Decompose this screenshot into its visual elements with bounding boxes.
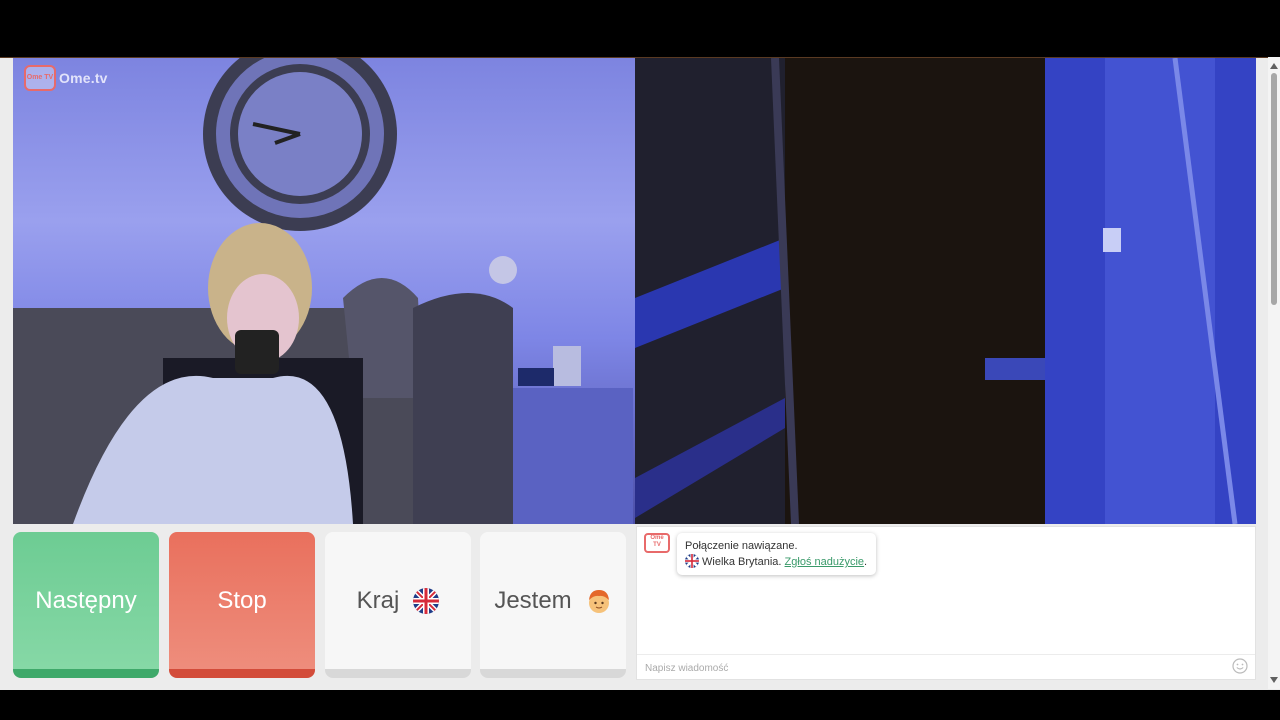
country-button-label: Kraj bbox=[356, 586, 400, 614]
local-video bbox=[13, 58, 635, 524]
page-scrollbar[interactable] bbox=[1268, 57, 1280, 689]
country-button[interactable]: Kraj bbox=[325, 532, 471, 678]
remote-video-scene bbox=[635, 58, 1256, 524]
stop-button-label: Stop bbox=[217, 586, 267, 614]
uk-flag-icon bbox=[685, 554, 699, 568]
next-button-label: Następny bbox=[35, 586, 137, 614]
boy-emoji-icon bbox=[588, 589, 609, 613]
scroll-down-icon[interactable] bbox=[1270, 677, 1278, 683]
brand-logo[interactable]: Ome TV Ome.tv bbox=[24, 65, 108, 91]
smiley-icon[interactable] bbox=[1232, 658, 1248, 674]
local-video-scene bbox=[13, 58, 633, 524]
iam-button-label: Jestem bbox=[494, 586, 572, 614]
scroll-up-icon[interactable] bbox=[1270, 63, 1278, 69]
message-country-line: Wielka Brytania. Zgłoś nadużycie. bbox=[685, 554, 867, 570]
tv-logo-icon: Ome TV bbox=[644, 533, 670, 553]
iam-button[interactable]: Jestem bbox=[480, 532, 626, 678]
scroll-thumb[interactable] bbox=[1271, 73, 1277, 305]
remote-video bbox=[635, 58, 1256, 524]
chat-panel: Ome TV Połączenie nawiązane. Wielka Bryt… bbox=[636, 526, 1256, 680]
tv-logo-icon: Ome TV bbox=[24, 65, 56, 91]
report-abuse-link[interactable]: Zgłoś nadużycie bbox=[785, 556, 865, 568]
brand-name: Ome.tv bbox=[59, 70, 108, 86]
stop-button[interactable]: Stop bbox=[169, 532, 315, 678]
uk-flag-icon bbox=[413, 587, 440, 614]
report-suffix: . bbox=[864, 556, 868, 568]
chat-message-input[interactable] bbox=[643, 658, 1227, 678]
message-country: Wielka Brytania. bbox=[702, 556, 782, 568]
system-message: Połączenie nawiązane. Wielka Brytania. Z… bbox=[677, 533, 877, 575]
message-connected: Połączenie nawiązane. bbox=[685, 540, 798, 552]
next-button[interactable]: Następny bbox=[13, 532, 159, 678]
chat-input-row bbox=[637, 654, 1255, 679]
